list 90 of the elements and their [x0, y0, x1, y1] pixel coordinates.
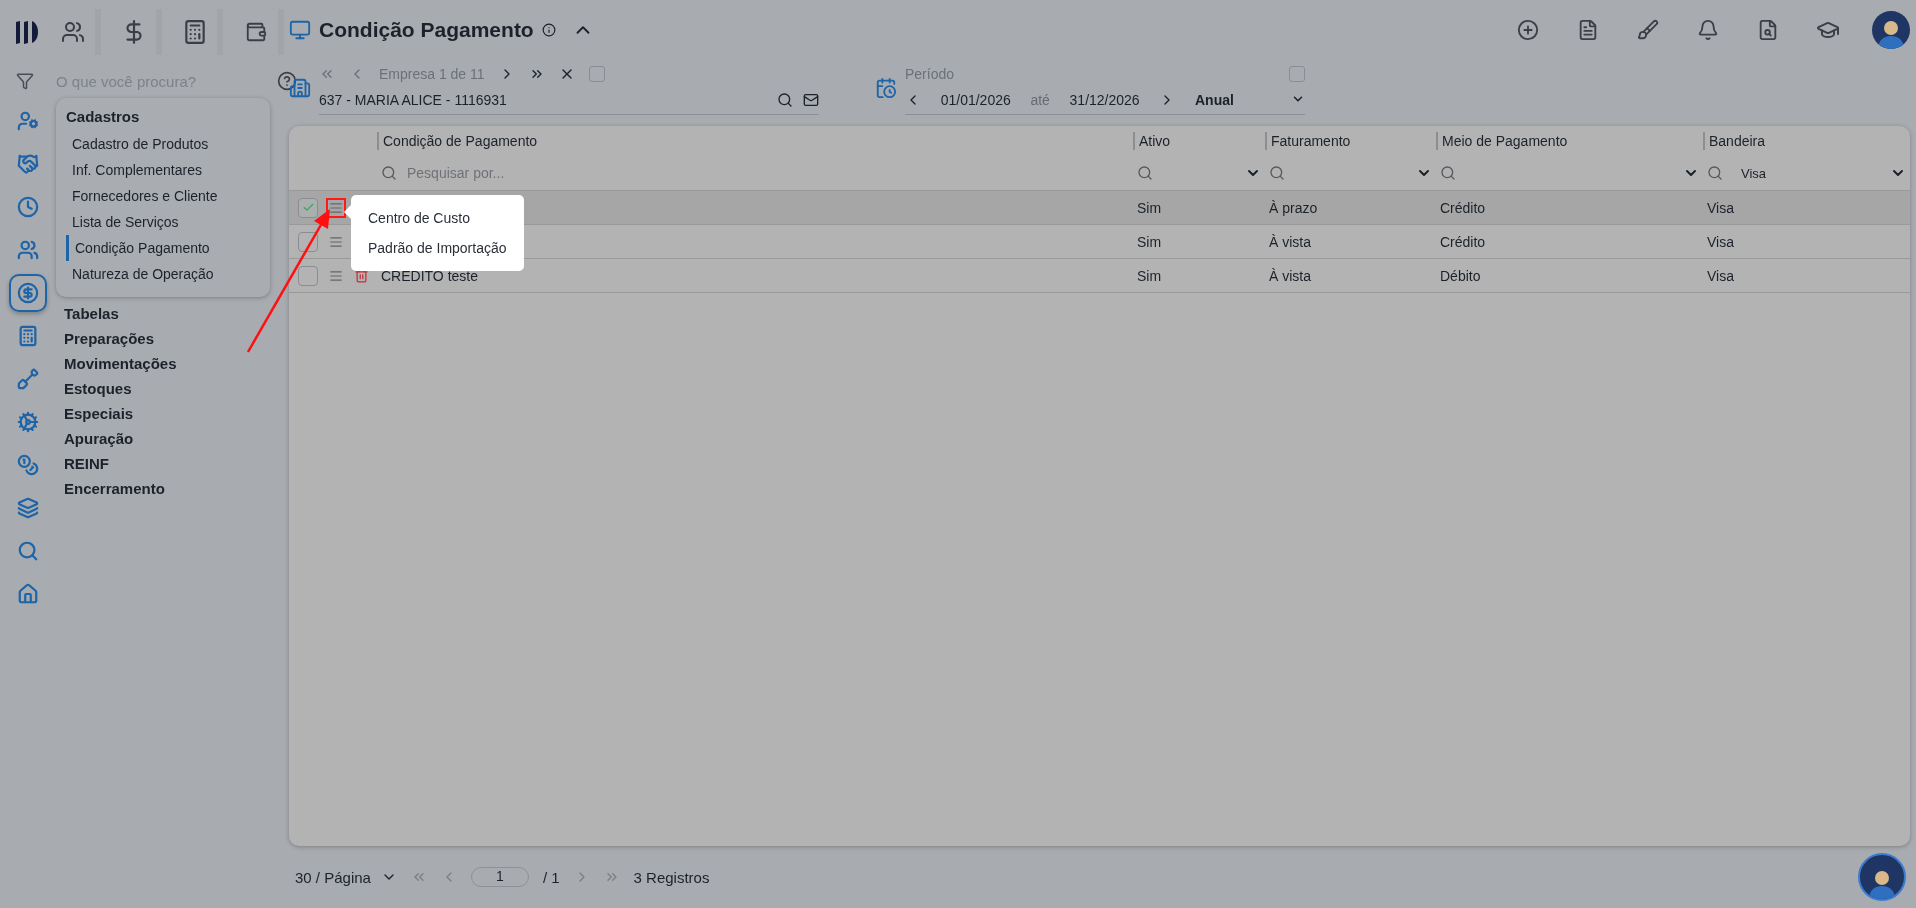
coins-icon[interactable] — [17, 454, 39, 476]
page-size-select[interactable]: 30 / Página — [295, 868, 397, 886]
row-checkbox[interactable] — [298, 231, 318, 252]
menu-item[interactable]: Natureza de Operação — [66, 261, 260, 287]
brush-icon[interactable] — [1637, 19, 1659, 41]
record-count: 3 Registros — [633, 868, 710, 886]
menu-item[interactable]: Lista de Serviços — [66, 209, 260, 235]
column-filter-field[interactable]: Pesquisar por... — [405, 164, 1129, 182]
period-end: 31/12/2026 — [1069, 91, 1140, 108]
menu-group[interactable]: REINF — [56, 451, 270, 476]
menu-item[interactable]: Cadastro de Produtos — [66, 131, 260, 157]
menu-group[interactable]: Estoques — [56, 376, 270, 401]
search-icon[interactable] — [777, 91, 793, 108]
company-checkbox[interactable] — [588, 65, 605, 82]
column-header[interactable]: Meio de Pagamento — [1436, 132, 1703, 150]
calculator-icon[interactable] — [17, 325, 39, 347]
menu-group[interactable]: Especiais — [56, 401, 270, 426]
period-checkbox[interactable] — [1289, 65, 1305, 82]
monitor-icon — [289, 19, 311, 41]
menu-item[interactable]: Inf. Complementares — [66, 157, 260, 183]
user-avatar[interactable] — [1872, 11, 1910, 49]
menu-item[interactable]: Condição Pagamento — [66, 235, 260, 261]
people-icon[interactable] — [17, 239, 39, 261]
table-cell-text: Crédito — [1439, 233, 1487, 250]
clock-icon[interactable] — [17, 196, 39, 218]
menu-group[interactable]: Cadastros — [66, 106, 260, 131]
column-header[interactable]: Condição de Pagamento — [377, 132, 1133, 150]
menu-group[interactable]: Encerramento — [56, 476, 270, 501]
table-cell-text: Débito — [1439, 267, 1482, 284]
column-filter-select[interactable]: Visa — [1703, 165, 1910, 181]
shovel-icon[interactable] — [17, 368, 39, 390]
table-cell-text: Crédito — [1439, 199, 1487, 216]
row-checkbox[interactable] — [298, 265, 318, 286]
table-cell-text: Sim — [1136, 199, 1163, 216]
gear-icon[interactable] — [17, 411, 39, 433]
mail-icon[interactable] — [803, 91, 819, 108]
period-start: 01/01/2026 — [940, 91, 1011, 108]
menu-item[interactable]: Fornecedores e Cliente — [66, 183, 260, 209]
period-label: Período — [905, 65, 955, 82]
check-icon — [301, 201, 315, 214]
company-field[interactable]: 637 - MARIA ALICE - 1116931 — [319, 85, 819, 115]
filter-value: Visa — [1740, 165, 1768, 181]
search-icon — [1707, 165, 1723, 181]
document-icon[interactable] — [1577, 19, 1599, 41]
table-cell-text: À vista — [1268, 233, 1312, 250]
search-icon — [381, 165, 397, 181]
help-icon[interactable] — [277, 71, 297, 91]
period-separator: até — [1030, 91, 1050, 108]
table-cell-text: À prazo — [1268, 199, 1319, 216]
total-pages: / 1 — [542, 868, 560, 886]
table-cell-text: Sim — [1136, 233, 1163, 250]
add-icon[interactable] — [1517, 19, 1539, 41]
logo — [14, 19, 40, 45]
assistant-avatar[interactable] — [1858, 853, 1906, 901]
table-cell-text: Sim — [1136, 267, 1163, 284]
company-pager: Empresa 1 de 11 — [379, 65, 485, 82]
menu-group[interactable]: Movimentações — [56, 351, 270, 376]
rail-button[interactable] — [9, 274, 47, 312]
menu-group[interactable]: Preparações — [56, 326, 270, 351]
menu-group[interactable]: Tabelas — [56, 301, 270, 326]
building-icon — [289, 77, 311, 99]
file-search-icon[interactable] — [1757, 19, 1779, 41]
column-header[interactable]: Bandeira — [1703, 132, 1910, 150]
people-icon[interactable] — [60, 20, 85, 44]
row-checkbox[interactable] — [298, 197, 318, 218]
dollar-circle-icon[interactable] — [17, 282, 39, 304]
notifications-icon[interactable] — [1697, 19, 1719, 41]
user-gear-icon[interactable] — [17, 110, 39, 132]
search-icon — [1440, 165, 1456, 181]
row-menu-icon[interactable] — [329, 268, 343, 283]
table-cell-text: Visa — [1706, 233, 1735, 250]
search-icon — [1137, 165, 1153, 181]
search-icon — [1269, 165, 1285, 181]
column-header[interactable]: Ativo — [1133, 132, 1265, 150]
table-cell-text: À vista — [1268, 267, 1312, 284]
row-menu-icon[interactable] — [329, 234, 343, 249]
home-icon[interactable] — [17, 583, 39, 605]
layers-icon[interactable] — [17, 497, 39, 519]
calendar-icon — [875, 77, 897, 99]
table-cell-text: CREDITO teste — [380, 267, 479, 284]
filter-icon[interactable] — [16, 72, 34, 90]
info-icon[interactable] — [541, 23, 556, 37]
table-cell-text: Visa — [1706, 199, 1735, 216]
handshake-icon[interactable] — [17, 153, 39, 175]
period-mode-select[interactable]: Anual — [1195, 91, 1305, 108]
menu-group[interactable]: Apuração — [56, 426, 270, 451]
wallet-icon[interactable] — [244, 21, 267, 43]
column-header[interactable]: Faturamento — [1265, 132, 1436, 150]
table-cell-text: Visa — [1706, 267, 1735, 284]
page-title: Condição Pagamento — [319, 18, 534, 42]
